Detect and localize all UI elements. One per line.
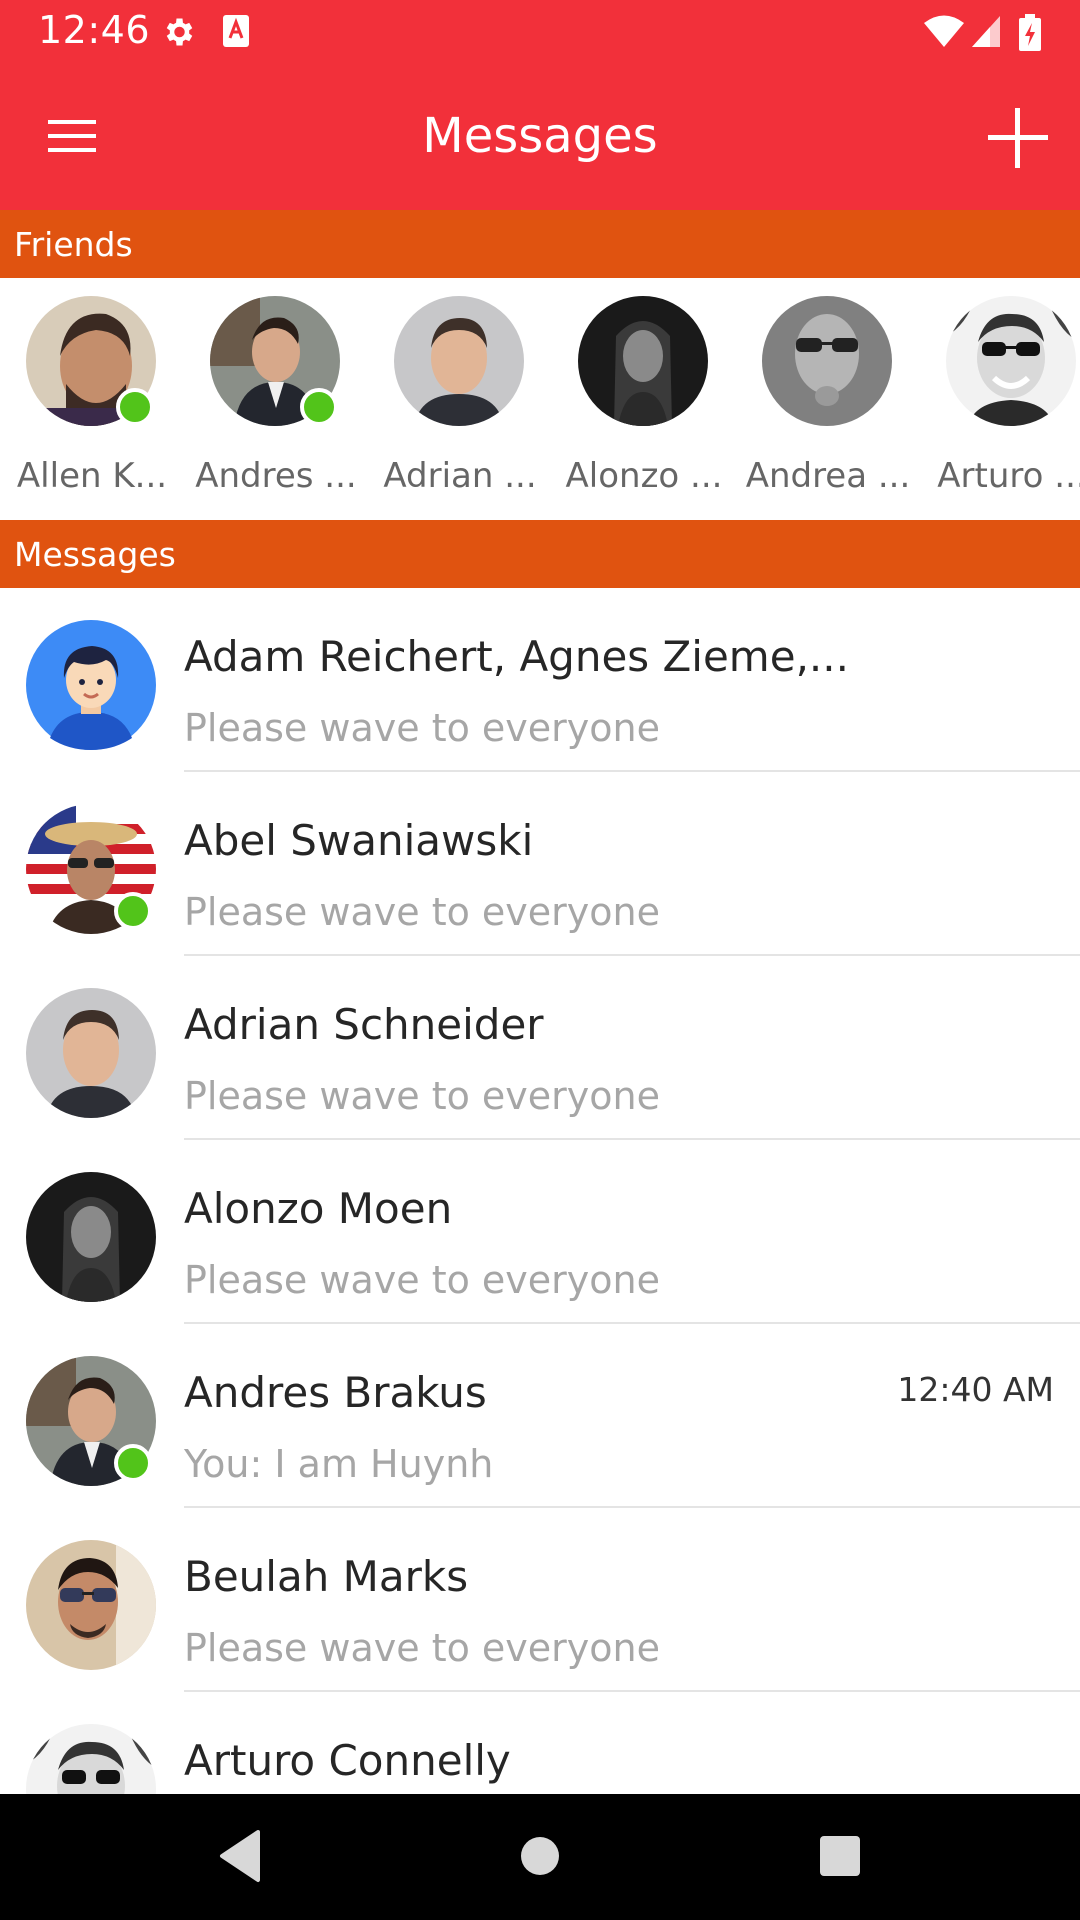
conversation-title: Adam Reichert, Agnes Zieme,...	[184, 632, 849, 681]
battery-charging-icon	[1019, 14, 1041, 51]
message-list[interactable]: Adam Reichert, Agnes Zieme,... Please wa…	[0, 588, 1080, 1794]
friend-name: Alonzo ...	[565, 456, 723, 496]
avatar	[26, 620, 156, 750]
conversation-title: Beulah Marks	[184, 1552, 469, 1601]
messages-header-label: Messages	[14, 535, 176, 574]
conversation-preview: Please wave to everyone	[184, 1074, 661, 1118]
avatar	[394, 296, 524, 426]
conversation-row[interactable]: Arturo Connelly	[0, 1692, 1080, 1794]
friends-strip[interactable]: Allen K... Andres ... Adrian ... Alonzo …	[0, 278, 1080, 520]
avatar	[946, 296, 1076, 426]
conversation-preview: Please wave to everyone	[184, 1626, 661, 1670]
avatar	[762, 296, 892, 426]
conversation-preview: Please wave to everyone	[184, 1258, 661, 1302]
conversation-title: Arturo Connelly	[184, 1736, 511, 1785]
avatar	[26, 1172, 156, 1302]
friend-name: Arturo ...	[937, 456, 1080, 496]
home-icon[interactable]	[514, 1828, 566, 1884]
signal-icon	[972, 16, 1000, 47]
avatar	[26, 1540, 156, 1670]
friend-item[interactable]: Andrea ...	[736, 296, 920, 516]
conversation-row[interactable]: Alonzo Moen Please wave to everyone	[0, 1140, 1080, 1324]
conversation-row[interactable]: Beulah Marks Please wave to everyone	[0, 1508, 1080, 1692]
conversation-title: Andres Brakus	[184, 1368, 487, 1417]
conversation-title: Abel Swaniawski	[184, 816, 534, 865]
status-time: 12:46	[38, 8, 151, 52]
avatar	[578, 296, 708, 426]
friend-name: Allen K...	[16, 456, 168, 496]
online-indicator	[300, 388, 338, 426]
status-bar: 12:46	[0, 0, 1080, 64]
conversation-row[interactable]: Adrian Schneider Please wave to everyone	[0, 956, 1080, 1140]
friend-item[interactable]: Arturo ...	[920, 296, 1080, 516]
app-bar: Messages	[0, 64, 1080, 210]
navigation-bar	[0, 1794, 1080, 1920]
avatar	[26, 988, 156, 1118]
conversation-title: Adrian Schneider	[184, 1000, 544, 1049]
a-badge-icon	[223, 15, 249, 47]
messages-section-header: Messages	[0, 520, 1080, 588]
online-indicator	[116, 388, 154, 426]
friend-name: Adrian ...	[383, 456, 537, 496]
page-title: Messages	[422, 108, 658, 164]
add-icon[interactable]	[982, 102, 1054, 174]
gear-icon	[166, 18, 193, 46]
conversation-time: 12:40 AM	[897, 1370, 1054, 1409]
friend-item[interactable]: Allen K...	[0, 296, 184, 516]
conversation-preview: Please wave to everyone	[184, 890, 661, 934]
conversation-preview: Please wave to everyone	[184, 706, 661, 750]
friend-name: Andres ...	[195, 456, 357, 496]
wifi-icon	[924, 15, 964, 47]
conversation-row[interactable]: Adam Reichert, Agnes Zieme,... Please wa…	[0, 588, 1080, 772]
back-icon[interactable]	[214, 1828, 266, 1884]
friend-item[interactable]: Adrian ...	[368, 296, 552, 516]
online-indicator	[114, 1444, 152, 1482]
friend-name: Andrea ...	[745, 456, 911, 496]
friend-item[interactable]: Andres ...	[184, 296, 368, 516]
conversation-preview: You: I am Huynh	[184, 1442, 494, 1486]
conversation-row[interactable]: Andres Brakus 12:40 AM You: I am Huynh	[0, 1324, 1080, 1508]
friends-header-label: Friends	[14, 225, 133, 264]
friends-section-header: Friends	[0, 210, 1080, 278]
recents-icon[interactable]	[814, 1828, 866, 1884]
online-indicator	[114, 892, 152, 930]
conversation-row[interactable]: Abel Swaniawski Please wave to everyone	[0, 772, 1080, 956]
friend-item[interactable]: Alonzo ...	[552, 296, 736, 516]
avatar	[26, 1724, 156, 1794]
conversation-title: Alonzo Moen	[184, 1184, 453, 1233]
